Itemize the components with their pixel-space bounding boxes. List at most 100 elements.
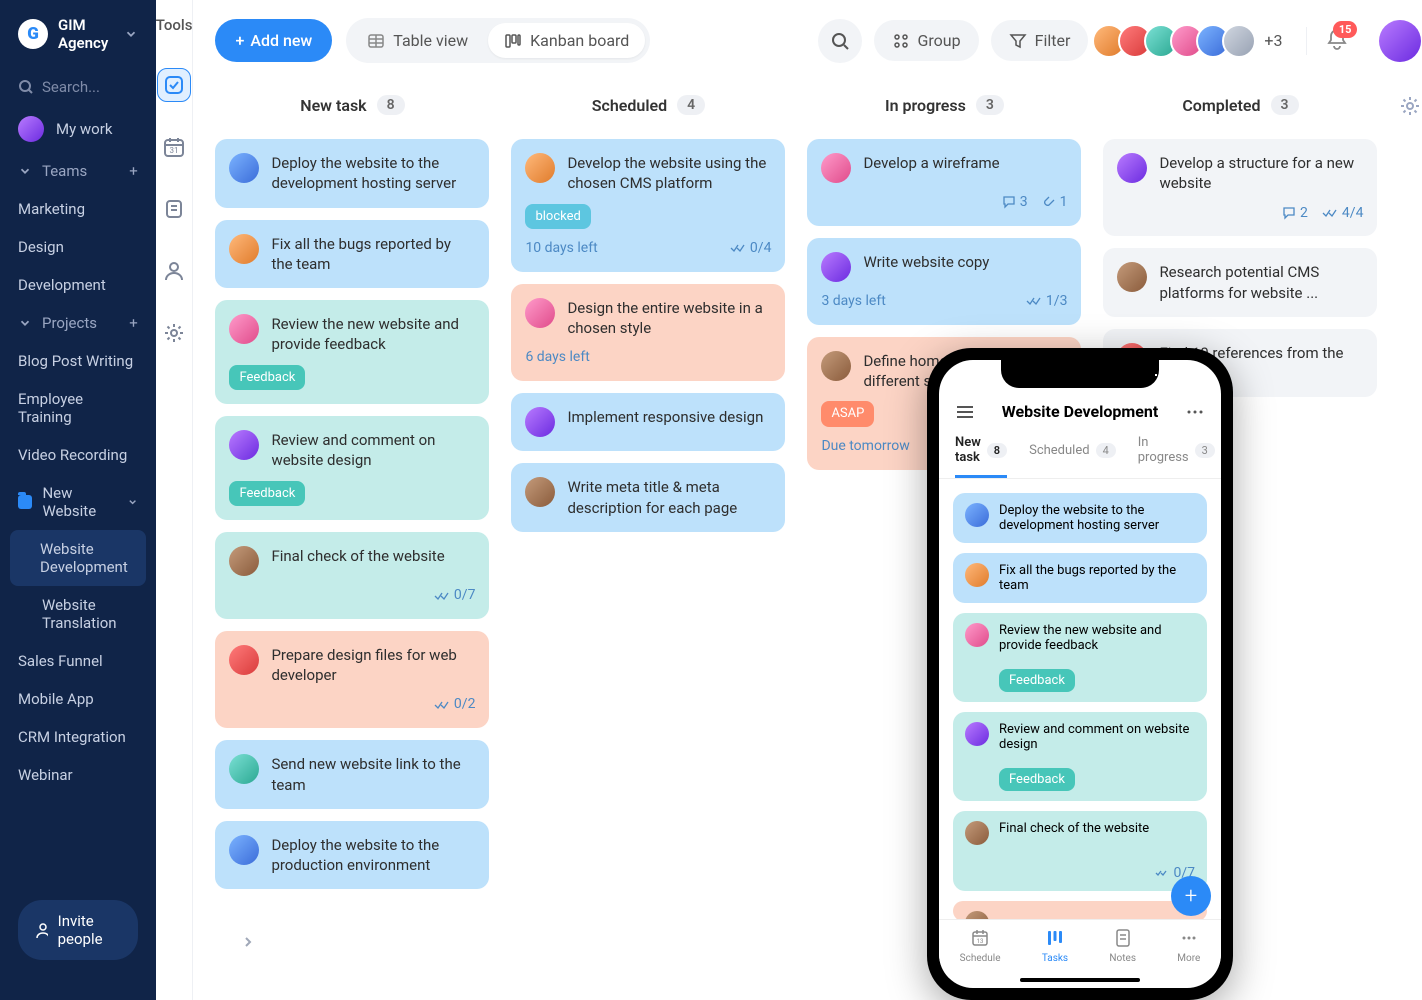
sidebar-team[interactable]: Development: [0, 266, 156, 304]
task-card[interactable]: Review and comment on website designFeed…: [215, 416, 489, 520]
card-title: Deploy the website to the development ho…: [999, 503, 1195, 533]
add-team-button[interactable]: +: [129, 162, 138, 180]
task-card[interactable]: Final check of the website0/7: [215, 532, 489, 619]
phone-tab[interactable]: New task8: [955, 435, 1007, 478]
card-title: Fix all the bugs reported by the team: [999, 563, 1195, 593]
due-text: Due tomorrow: [821, 437, 909, 456]
plus-icon: +: [235, 31, 244, 50]
sidebar-team[interactable]: Design: [0, 228, 156, 266]
group-button[interactable]: Group: [874, 20, 979, 61]
rail-people-button[interactable]: [157, 254, 191, 288]
card-title: Send new website link to the team: [271, 754, 475, 795]
sidebar-project[interactable]: CRM Integration: [0, 718, 156, 756]
logo: G: [18, 19, 48, 49]
column-header: Scheduled 4: [511, 81, 785, 139]
phone-tab-count: 3: [1195, 443, 1215, 458]
comments-count: 3: [1002, 193, 1028, 212]
collapse-sidebar-button[interactable]: [240, 934, 256, 950]
phone-tabs: New task8 Scheduled4 In progress3: [939, 431, 1221, 479]
phone-nav-more[interactable]: More: [1177, 928, 1200, 964]
sidebar-project[interactable]: Employee Training: [0, 380, 156, 436]
task-card[interactable]: Prepare design files for web developer0/…: [215, 631, 489, 728]
sidebar-project[interactable]: Webinar: [0, 756, 156, 794]
task-card[interactable]: Fix all the bugs reported by the team: [215, 220, 489, 289]
board-settings-button[interactable]: [1399, 95, 1421, 121]
view-kanban[interactable]: Kanban board: [488, 23, 645, 58]
sidebar-project-active[interactable]: Website Development: [10, 530, 146, 586]
assignee-avatar: [229, 754, 259, 784]
card-title: Design the entire website in a chosen st…: [567, 298, 771, 339]
phone-nav-schedule[interactable]: 13Schedule: [960, 928, 1001, 964]
rail-notes-button[interactable]: [157, 192, 191, 226]
rail-settings-button[interactable]: [157, 316, 191, 350]
invite-people-button[interactable]: Invite people: [18, 900, 138, 960]
task-card[interactable]: Send new website link to the team: [215, 740, 489, 809]
view-table[interactable]: Table view: [351, 23, 484, 58]
notification-badge: 15: [1333, 21, 1358, 38]
user-avatar[interactable]: [1379, 20, 1421, 62]
task-card[interactable]: Develop a structure for a new website24/…: [1103, 139, 1377, 236]
grid-icon: [892, 32, 910, 50]
phone-task-card[interactable]: Review the new website and provide feedb…: [953, 613, 1207, 702]
card-tag: Feedback: [999, 669, 1075, 692]
kanban-icon: [504, 32, 522, 50]
sidebar-section-projects[interactable]: Projects +: [0, 304, 156, 342]
task-card[interactable]: Develop a wireframe31: [807, 139, 1081, 226]
filter-button[interactable]: Filter: [991, 20, 1089, 61]
table-icon: [367, 32, 385, 50]
phone-task-card[interactable]: Final check of the website0/7: [953, 811, 1207, 891]
schedule-icon: 13: [970, 928, 990, 951]
task-card[interactable]: Implement responsive design: [511, 393, 785, 451]
sidebar-section-teams[interactable]: Teams +: [0, 152, 156, 190]
phone-task-card[interactable]: Fix all the bugs reported by the team: [953, 553, 1207, 603]
due-text: 6 days left: [525, 348, 589, 367]
task-card[interactable]: Review the new website and provide feedb…: [215, 300, 489, 404]
member-avatars[interactable]: +3: [1100, 24, 1282, 58]
task-card[interactable]: Deploy the website to the production env…: [215, 821, 489, 890]
search-icon: [18, 79, 34, 95]
mobile-preview: 9:41 Website Development New task8Schedu…: [927, 348, 1233, 1000]
rail-tasks-button[interactable]: [157, 68, 191, 102]
search-button[interactable]: [818, 19, 862, 63]
phone-nav-notes[interactable]: Notes: [1109, 928, 1136, 964]
phone-tab[interactable]: In progress3: [1138, 435, 1215, 478]
menu-icon[interactable]: [955, 404, 975, 420]
task-card[interactable]: Deploy the website to the development ho…: [215, 139, 489, 208]
phone-task-card[interactable]: Review and comment on website designFeed…: [953, 712, 1207, 801]
sidebar-project[interactable]: Sales Funnel: [0, 642, 156, 680]
phone-card-list[interactable]: Deploy the website to the development ho…: [939, 479, 1221, 919]
phone-task-card[interactable]: [953, 901, 1207, 919]
column-count: 3: [1271, 95, 1299, 115]
sidebar-item-mywork[interactable]: My work: [0, 106, 156, 152]
task-card[interactable]: Research potential CMS platforms for web…: [1103, 248, 1377, 317]
rail-calendar-button[interactable]: 31: [157, 130, 191, 164]
card-title: Write meta title & meta description for …: [567, 477, 771, 518]
task-card[interactable]: Write meta title & meta description for …: [511, 463, 785, 532]
column-count: 3: [976, 95, 1004, 115]
add-new-button[interactable]: + Add new: [215, 19, 332, 62]
sidebar-project[interactable]: Video Recording: [0, 436, 156, 474]
phone-task-card[interactable]: Deploy the website to the development ho…: [953, 493, 1207, 543]
sidebar-team[interactable]: Marketing: [0, 190, 156, 228]
card-title: Develop a wireframe: [863, 153, 999, 173]
notifications-button[interactable]: 15: [1306, 27, 1349, 55]
phone-tab[interactable]: Scheduled4: [1029, 435, 1116, 478]
column-header: New task 8: [215, 81, 489, 139]
more-icon[interactable]: [1185, 404, 1205, 420]
task-card[interactable]: Design the entire website in a chosen st…: [511, 284, 785, 381]
assignee-avatar: [525, 153, 555, 183]
phone-add-button[interactable]: +: [1171, 876, 1211, 916]
phone-nav-tasks[interactable]: Tasks: [1042, 928, 1068, 964]
svg-text:13: 13: [977, 938, 984, 945]
phone-tab-count: 8: [987, 443, 1007, 458]
sidebar-project[interactable]: Website Translation: [0, 586, 156, 642]
search-input[interactable]: Search...: [0, 68, 156, 106]
sidebar-project[interactable]: Blog Post Writing: [0, 342, 156, 380]
sidebar-folder[interactable]: New Website: [0, 474, 156, 530]
add-project-button[interactable]: +: [129, 314, 138, 332]
card-title: Deploy the website to the production env…: [271, 835, 475, 876]
sidebar-project[interactable]: Mobile App: [0, 680, 156, 718]
workspace-switcher[interactable]: G GIM Agency: [0, 0, 156, 68]
task-card[interactable]: Develop the website using the chosen CMS…: [511, 139, 785, 272]
task-card[interactable]: Write website copy3 days left1/3: [807, 238, 1081, 325]
